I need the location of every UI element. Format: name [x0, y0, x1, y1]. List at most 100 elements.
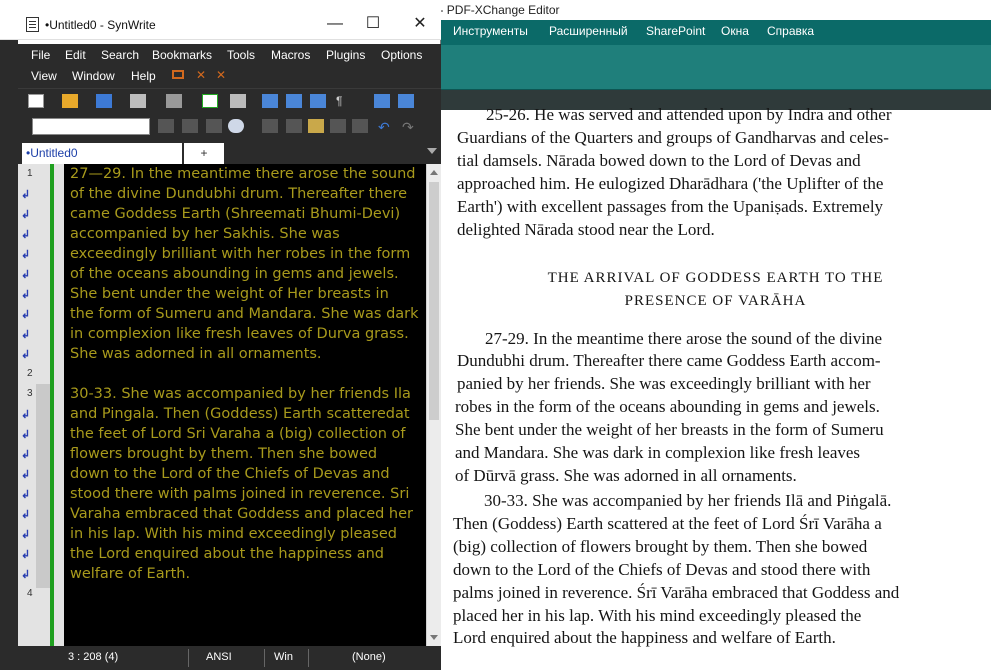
close-button[interactable]: ✕	[405, 12, 435, 36]
line-number: 3	[27, 388, 33, 399]
menu-macros[interactable]: Macros	[271, 48, 310, 62]
tab-list-icon[interactable]	[427, 148, 437, 154]
pdf-menu-tools[interactable]: Инструменты	[453, 24, 528, 38]
menu-tools[interactable]: Tools	[227, 48, 255, 62]
wrap-icon: ↲	[21, 249, 31, 261]
pdf-text-line: 25-26. He was served and attended upon b…	[486, 105, 892, 124]
editor-line: and Pingala. Then (Goddess) Earth scatte…	[70, 406, 410, 422]
menu-plugins[interactable]: Plugins	[326, 48, 365, 62]
pdf-text-line: Lord enquired about the happiness and we…	[453, 628, 836, 647]
tools-icon[interactable]	[230, 94, 246, 108]
editor-line: accompanied by her Sakhis. She was	[70, 226, 340, 242]
unwrap-icon[interactable]	[398, 94, 414, 108]
quick-search-input[interactable]	[32, 118, 150, 135]
synwrite-toolbar-secondary: ↶ ↷	[18, 114, 441, 140]
new-tab-button[interactable]: +	[184, 143, 224, 164]
redo-icon[interactable]: ↷	[402, 119, 418, 135]
menu-search[interactable]: Search	[101, 48, 139, 62]
new-file-icon[interactable]	[28, 94, 44, 108]
undo-icon[interactable]: ↶	[378, 119, 394, 135]
tab-bar: •Untitled0 +	[18, 140, 441, 164]
vertical-scrollbar[interactable]	[426, 164, 441, 646]
wrap-icon: ↲	[21, 509, 31, 521]
window-restore-icon[interactable]	[172, 70, 184, 79]
cut-icon[interactable]	[286, 119, 302, 133]
search-icon[interactable]	[228, 119, 244, 133]
wrap-icon: ↲	[21, 209, 31, 221]
print-icon[interactable]	[130, 94, 146, 108]
wrap-icon[interactable]	[374, 94, 390, 108]
copy-icon[interactable]	[262, 119, 278, 133]
pdf-menu-windows[interactable]: Окна	[721, 24, 749, 38]
indent-icon[interactable]	[262, 94, 278, 108]
menu-edit[interactable]: Edit	[65, 48, 86, 62]
pdf-section-heading: PRESENCE OF VARĀHA	[624, 293, 807, 309]
status-lexer[interactable]: (None)	[352, 651, 386, 663]
pdf-text-line: Guardians of the Quarters and groups of …	[457, 128, 889, 147]
scrollbar-thumb[interactable]	[429, 182, 439, 420]
status-line-ending[interactable]: Win	[274, 651, 293, 663]
editor-line: the Lord enquired about the happiness an…	[70, 546, 385, 562]
select-icon[interactable]	[330, 119, 346, 133]
synwrite-titlebar[interactable]: •Untitled0 - SynWrite — ☐ ✕	[0, 0, 441, 40]
editor-line: of the divine Dundubhi drum. Thereafter …	[70, 186, 408, 202]
pdf-text-line: Earth') with excellent passages from the…	[457, 197, 884, 216]
block-icon[interactable]	[352, 119, 368, 133]
paste-icon[interactable]	[308, 119, 324, 133]
pdf-text-line: panied by her friends. She was exceeding…	[457, 374, 871, 393]
menu-file[interactable]: File	[31, 48, 50, 62]
editor-line: She bent under the weight of Her breasts…	[70, 286, 389, 302]
menu-window[interactable]: Window	[72, 69, 115, 83]
editor-line: of the oceans abounding in gems and jewe…	[70, 266, 399, 282]
scroll-up-icon[interactable]	[430, 170, 438, 175]
pdf-text-line: tial damsels. Nārada bowed down to the L…	[457, 151, 861, 170]
tab-untitled0[interactable]: •Untitled0	[22, 143, 182, 164]
pdf-text-line: placed her in his lap. With his mind exc…	[453, 606, 862, 625]
pdf-text-line: palms joined in reverence. Śrī Varāha em…	[453, 583, 900, 602]
save-icon[interactable]	[96, 94, 112, 108]
open-folder-icon[interactable]	[62, 94, 78, 108]
line-gutter: 1 ↲ ↲ ↲ ↲ ↲ ↲ ↲ ↲ ↲ 2 3 ↲ ↲ ↲ ↲ ↲ ↲ ↲ ↲ …	[18, 164, 64, 646]
editor-line: 27—29. In the meantime there arose the s…	[70, 166, 416, 182]
menu-options[interactable]: Options	[381, 48, 422, 62]
pdf-menu-help[interactable]: Справка	[767, 24, 814, 38]
search-option-icon[interactable]	[158, 119, 174, 133]
pdf-text-line: down to the Lord of the Chiefs of Devas …	[453, 560, 871, 579]
minimize-button[interactable]: —	[320, 12, 350, 36]
text-editor[interactable]: 27—29. In the meantime there arose the s…	[64, 164, 426, 646]
editor-line: welfare of Earth.	[70, 566, 191, 582]
pdf-text-line: Then (Goddess) Earth scattered at the fe…	[453, 514, 882, 533]
status-position[interactable]: 3 : 208 (4)	[68, 651, 118, 663]
editor-line: stood there with palms joined in reveren…	[70, 486, 410, 502]
close-all-icon[interactable]: ✕	[216, 68, 226, 82]
status-divider	[308, 649, 309, 667]
pilcrow-icon[interactable]: ¶	[336, 94, 352, 108]
synwrite-menubar: File Edit Search Bookmarks Tools Macros …	[18, 44, 441, 88]
align-icon[interactable]	[286, 94, 302, 108]
menu-bookmarks[interactable]: Bookmarks	[152, 48, 212, 62]
editor-line: in his lap. With his mind exceedingly pl…	[70, 526, 397, 542]
status-divider	[188, 649, 189, 667]
outdent-icon[interactable]	[310, 94, 326, 108]
pdf-menu-advanced[interactable]: Расширенный	[549, 24, 628, 38]
scroll-down-icon[interactable]	[430, 635, 438, 640]
pdf-page: 25-26. He was served and attended upon b…	[440, 105, 991, 670]
maximize-button[interactable]: ☐	[358, 12, 388, 36]
status-bar: 3 : 208 (4) ANSI Win (None)	[18, 646, 441, 670]
menu-help[interactable]: Help	[131, 69, 156, 83]
menu-view[interactable]: View	[31, 69, 57, 83]
status-encoding[interactable]: ANSI	[206, 651, 232, 663]
pdf-menu-sharepoint[interactable]: SharePoint	[646, 24, 705, 38]
close-x-icon[interactable]: ✕	[196, 68, 206, 82]
search-option-icon[interactable]	[182, 119, 198, 133]
find-icon[interactable]	[166, 94, 182, 108]
line-number: 2	[27, 368, 33, 379]
search-option-icon[interactable]	[206, 119, 222, 133]
pdf-text-line: delighted Nārada stood near the Lord.	[457, 220, 715, 239]
editor-line: the feet of Lord Sri Varaha a (big) coll…	[70, 426, 406, 442]
modified-lines-bar	[50, 164, 54, 646]
pdf-section-heading: THE ARRIVAL OF GODDESS EARTH TO THE	[547, 270, 884, 286]
wrap-icon: ↲	[21, 469, 31, 481]
editor-line: in complexion like fresh leaves of Durva…	[70, 326, 409, 342]
document-icon[interactable]	[202, 94, 218, 108]
